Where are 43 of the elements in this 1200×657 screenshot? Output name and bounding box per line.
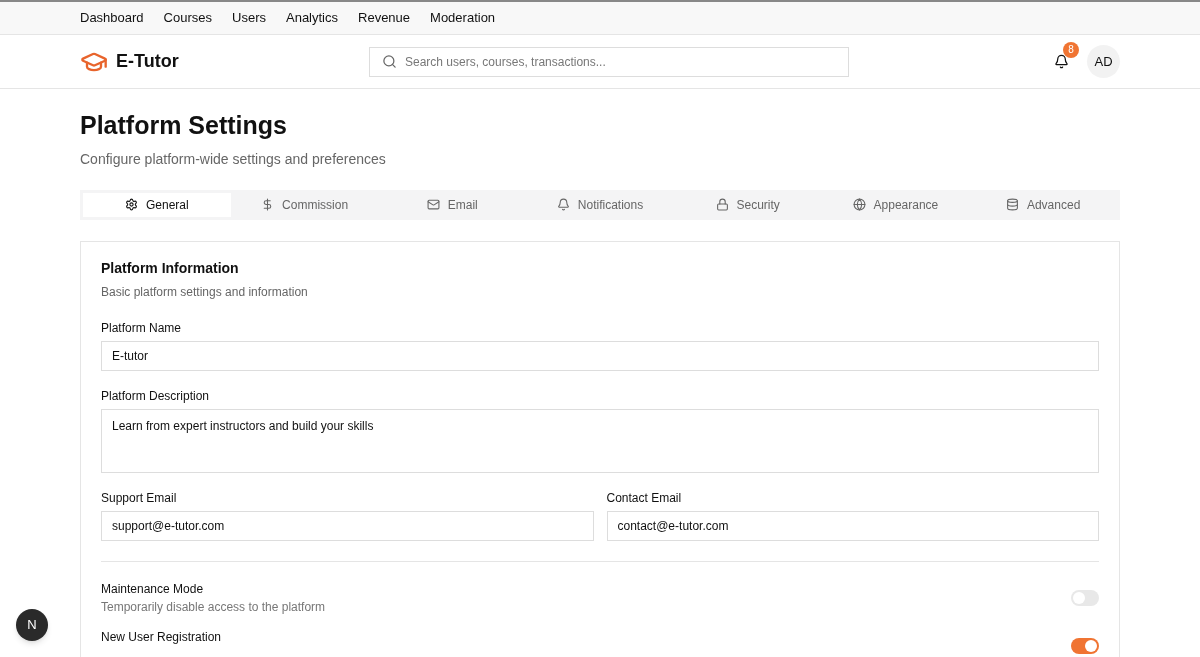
field-label: Contact Email xyxy=(606,489,683,507)
tab[interactable]: General xyxy=(83,192,231,217)
page-subtitle: Configure platform-wide settings and preferences xyxy=(80,149,387,169)
bell-icon xyxy=(1053,54,1069,69)
field-label: Platform Description xyxy=(101,387,211,405)
notification-badge: 8 xyxy=(1063,41,1079,58)
toggle-switch[interactable] xyxy=(1071,637,1099,654)
setting-label: Maintenance Mode xyxy=(101,581,205,596)
brand-name: E-Tutor xyxy=(116,50,179,73)
search-field[interactable]: Search users, courses, transactions... xyxy=(369,46,849,77)
tab[interactable]: Advanced xyxy=(969,192,1117,217)
tab[interactable]: Security xyxy=(673,192,822,217)
nav-link[interactable]: Users xyxy=(232,8,266,28)
description-field[interactable]: Learn from expert instructors and build your skills xyxy=(101,408,1099,473)
mail-icon xyxy=(426,198,440,211)
nav-link[interactable]: Dashboard xyxy=(80,8,144,28)
tab[interactable]: Notifications xyxy=(526,192,674,217)
page-title: Platform Settings xyxy=(80,110,288,141)
lock-icon xyxy=(715,198,729,211)
search-icon xyxy=(382,54,397,69)
field-label: Platform Name xyxy=(101,319,183,337)
search-input[interactable]: Search users, courses, transactions... xyxy=(405,52,836,71)
tab[interactable]: Commission xyxy=(230,192,379,217)
setting-label: New User Registration xyxy=(101,629,222,644)
gear-icon xyxy=(125,198,138,211)
globe-icon xyxy=(852,198,866,211)
nav-link[interactable]: Revenue xyxy=(358,8,411,28)
email-field[interactable]: contact@e-tutor.com xyxy=(606,510,1099,541)
setting-description: Temporarily disable access to the platform xyxy=(101,599,326,614)
tab[interactable]: Email xyxy=(378,192,527,217)
card-title: Platform Information xyxy=(101,258,240,278)
dev-tools-button[interactable]: N xyxy=(16,609,48,641)
email-field[interactable]: support@e-tutor.com xyxy=(101,510,594,541)
nav-link[interactable]: Analytics xyxy=(286,8,338,28)
nav-link[interactable]: Moderation xyxy=(430,8,496,28)
nav-link[interactable]: Courses xyxy=(163,8,213,28)
card-subtitle: Basic platform settings and information xyxy=(101,283,309,301)
field-label: Support Email xyxy=(101,489,178,507)
database-icon xyxy=(1005,198,1019,211)
tab[interactable]: Appearance xyxy=(821,192,970,217)
user-avatar[interactable]: AD xyxy=(1087,45,1120,78)
bell-icon xyxy=(556,198,570,211)
text-field[interactable]: E-tutor xyxy=(101,340,1099,371)
